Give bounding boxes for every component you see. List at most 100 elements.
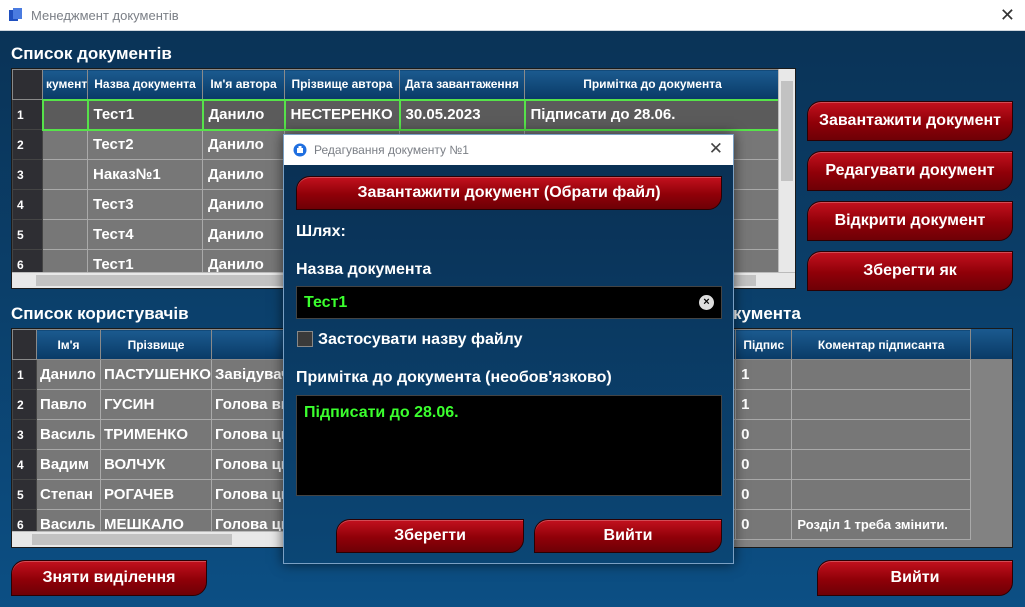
cell[interactable] <box>791 449 971 480</box>
cell[interactable]: Тест1 <box>86 98 204 131</box>
cell[interactable] <box>791 359 971 390</box>
cell[interactable]: 30.05.2023 <box>398 98 526 131</box>
cell[interactable] <box>791 479 971 510</box>
cell[interactable]: Наказ№1 <box>87 159 203 190</box>
column-header[interactable]: Примітка до документа <box>524 69 781 100</box>
row-number: 2 <box>12 389 37 420</box>
row-number: 4 <box>12 189 43 220</box>
cell[interactable]: Данило <box>202 159 285 190</box>
cell[interactable]: Данило <box>36 359 101 390</box>
row-number: 2 <box>12 129 43 160</box>
cell[interactable]: Тест2 <box>87 129 203 160</box>
cell[interactable]: НЕСТЕРЕНКО <box>283 98 401 131</box>
cell[interactable]: Павло <box>36 389 101 420</box>
row-header-corner <box>12 69 43 100</box>
column-header[interactable]: Коментар підписанта <box>791 329 971 360</box>
cell[interactable]: Підписати до 28.06. <box>523 98 782 131</box>
table-row[interactable]: 4 Вадим ВОЛЧУК Голова ци <box>12 449 290 480</box>
column-header[interactable]: Назва документа <box>87 69 203 100</box>
cell[interactable]: Голова ци <box>211 449 290 480</box>
close-icon[interactable]: ✕ <box>1000 5 1015 25</box>
table-row[interactable]: 2 Павло ГУСИН Голова ви <box>12 389 290 420</box>
dialog-titlebar: Редагування документу №1 ✕ <box>284 135 733 165</box>
open-document-button[interactable]: Відкрити документ <box>807 201 1013 241</box>
row-number: 1 <box>12 99 43 130</box>
cell[interactable]: Данило <box>202 129 285 160</box>
cell[interactable]: 1 <box>735 359 793 390</box>
cell[interactable]: Данило <box>202 189 285 220</box>
cell[interactable]: Голова ви <box>211 389 290 420</box>
edit-document-dialog: Редагування документу №1 ✕ Завантажити д… <box>283 134 734 564</box>
use-filename-checkbox[interactable] <box>297 331 313 347</box>
signers-section-title: кумента <box>733 304 801 323</box>
column-header[interactable]: Дата завантаження <box>399 69 525 100</box>
cell[interactable]: РОГАЧЕВ <box>100 479 212 510</box>
row-number: 1 <box>12 359 37 390</box>
column-header[interactable] <box>211 329 290 360</box>
cell[interactable] <box>42 219 88 250</box>
table-row[interactable]: 3 Василь ТРИМЕНКО Голова ци <box>12 419 290 450</box>
edit-document-button[interactable]: Редагувати документ <box>807 151 1013 191</box>
cell[interactable]: Степан <box>36 479 101 510</box>
cell[interactable]: Голова ци <box>211 479 290 510</box>
cell[interactable]: Завідувач <box>211 359 290 390</box>
dialog-save-button[interactable]: Зберегти <box>336 519 524 553</box>
upload-document-button[interactable]: Завантажити документ <box>807 101 1013 141</box>
cell[interactable] <box>41 98 89 131</box>
cell[interactable]: Тест4 <box>87 219 203 250</box>
window-titlebar: Менеджмент документів ✕ <box>0 0 1025 31</box>
cell[interactable] <box>42 129 88 160</box>
document-name-label: Назва документа <box>296 261 432 278</box>
cell[interactable]: Тест3 <box>87 189 203 220</box>
column-header[interactable]: Ім'я автора <box>202 69 285 100</box>
cell[interactable]: ГУСИН <box>100 389 212 420</box>
table-row[interactable]: 1 Тест1 Данило НЕСТЕРЕНКО 30.05.2023 Під… <box>12 98 782 131</box>
cell[interactable] <box>791 419 971 450</box>
cell[interactable]: Вадим <box>36 449 101 480</box>
cell[interactable]: Голова ци <box>211 419 290 450</box>
dialog-exit-button[interactable]: Вийти <box>534 519 722 553</box>
column-header[interactable]: Ім'я <box>36 329 101 360</box>
cell[interactable]: ТРИМЕНКО <box>100 419 212 450</box>
clear-selection-button[interactable]: Зняти виділення <box>11 560 207 596</box>
horizontal-scrollbar[interactable] <box>12 531 290 547</box>
close-icon[interactable]: ✕ <box>709 139 723 159</box>
choose-file-button[interactable]: Завантажити документ (Обрати файл) <box>296 176 722 210</box>
cell[interactable] <box>42 159 88 190</box>
column-header[interactable]: Прізвище автора <box>284 69 400 100</box>
exit-button[interactable]: Вийти <box>817 560 1013 596</box>
documents-section-title: Список документів <box>11 44 172 63</box>
path-label: Шлях: <box>296 223 346 240</box>
save-as-button[interactable]: Зберегти як <box>807 251 1013 291</box>
signers-table: Підпис Коментар підписанта 1 1 0 0 0 0 Ро… <box>690 328 1013 548</box>
clear-icon[interactable]: × <box>699 295 714 310</box>
users-section-title: Список користувачів <box>11 304 189 323</box>
cell[interactable]: 0 <box>735 479 793 510</box>
note-textarea[interactable]: Підписати до 28.06. <box>296 395 722 496</box>
table-row[interactable]: 1 Данило ПАСТУШЕНКО Завідувач <box>12 359 290 390</box>
cell[interactable]: Данило <box>202 219 285 250</box>
scrollbar-thumb[interactable] <box>781 81 793 181</box>
cell[interactable]: 1 <box>735 389 793 420</box>
vertical-scrollbar[interactable] <box>778 69 795 272</box>
scrollbar-thumb[interactable] <box>32 534 232 545</box>
users-header-row: Ім'я Прізвище <box>12 329 290 360</box>
cell[interactable] <box>42 189 88 220</box>
cell[interactable]: Данило <box>201 98 286 131</box>
column-header[interactable]: Прізвище <box>100 329 212 360</box>
cell[interactable]: ПАСТУШЕНКО <box>100 359 212 390</box>
column-header[interactable]: кумента <box>42 69 88 100</box>
document-name-input[interactable]: Тест1 × <box>296 286 722 319</box>
cell[interactable]: Василь <box>36 419 101 450</box>
document-name-value: Тест1 <box>304 294 348 311</box>
table-row[interactable]: 5 Степан РОГАЧЕВ Голова ци <box>12 479 290 510</box>
cell[interactable]: 0 <box>735 509 793 540</box>
column-header[interactable]: Підпис <box>735 329 793 360</box>
cell[interactable]: 0 <box>735 419 793 450</box>
cell[interactable]: 0 <box>735 449 793 480</box>
use-filename-label: Застосувати назву файлу <box>318 331 523 348</box>
cell[interactable] <box>791 389 971 420</box>
cell[interactable]: ВОЛЧУК <box>100 449 212 480</box>
cell[interactable]: Розділ 1 треба змінити. <box>791 509 971 540</box>
dialog-title: Редагування документу №1 <box>314 143 469 157</box>
